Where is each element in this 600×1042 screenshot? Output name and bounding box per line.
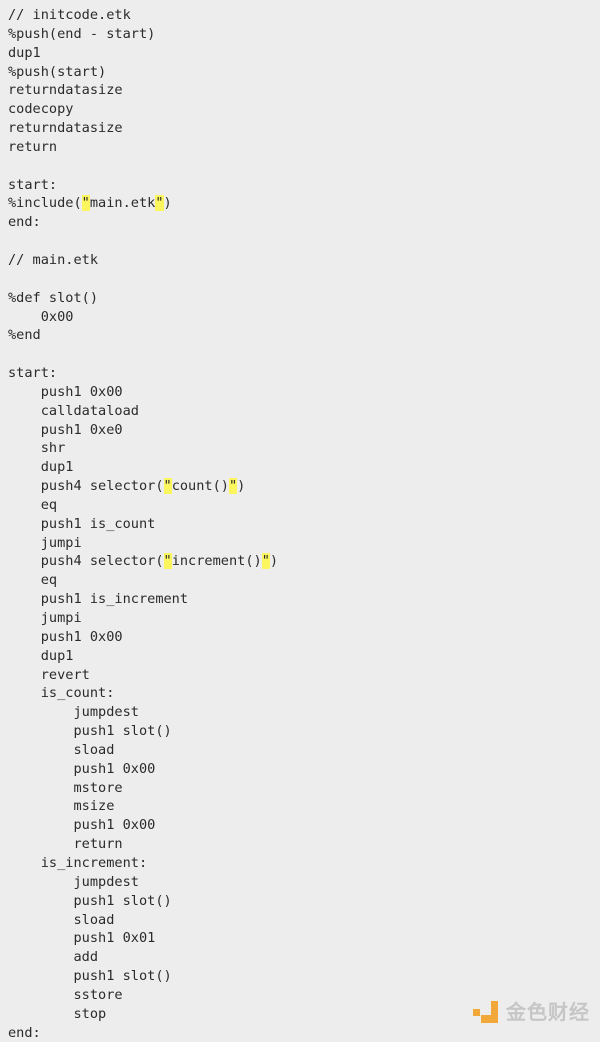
code-line: shr — [8, 440, 66, 457]
code-line: push1 slot() — [8, 723, 172, 740]
code-line: return — [8, 138, 58, 155]
code-line: push1 0x00 — [8, 817, 156, 834]
code-line: push1 0x00 — [8, 628, 123, 645]
code-line: calldataload — [8, 402, 139, 419]
code-line: jumpi — [8, 534, 82, 551]
code-text: count() — [171, 478, 229, 495]
code-line: start: — [8, 176, 58, 193]
code-line: push1 slot() — [8, 892, 172, 909]
code-line: push1 slot() — [8, 968, 172, 985]
code-line: msize — [8, 798, 115, 815]
code-line: %include("main.etk") — [8, 194, 600, 213]
code-line: %push(start) — [8, 63, 107, 80]
code-line: start: — [8, 365, 58, 382]
code-listing: // initcode.etk %push(end - start) dup1 %pu… — [0, 0, 600, 1042]
code-line: dup1 — [8, 459, 74, 476]
code-text: ) — [269, 553, 279, 570]
code-text: ) — [163, 195, 172, 212]
highlighted-quote: " — [261, 553, 270, 570]
code-line: push1 0x01 — [8, 930, 156, 947]
code-line: revert — [8, 666, 90, 683]
code-line: returndatasize — [8, 82, 123, 99]
code-line: sload — [8, 741, 115, 758]
code-line: is_increment: — [8, 854, 148, 871]
logo-notch-shape — [481, 1001, 491, 1015]
code-line: push4 selector("increment()") — [8, 552, 600, 571]
code-line: // main.etk — [8, 251, 99, 268]
code-line: end: — [8, 214, 41, 231]
code-line: dup1 — [8, 44, 41, 61]
code-line: push1 is_count — [8, 515, 156, 532]
highlighted-quote: " — [228, 478, 238, 495]
watermark-label: 金色财经 — [506, 1000, 590, 1024]
code-line: push1 0xe0 — [8, 421, 123, 438]
code-text: push4 selector( — [8, 478, 164, 495]
code-line: %end — [8, 327, 41, 344]
code-line: jumpi — [8, 610, 82, 626]
highlighted-quote: " — [81, 195, 90, 212]
code-line: mstore — [8, 779, 123, 796]
watermark: 金色财经 — [473, 997, 590, 1027]
code-line: add — [8, 949, 99, 966]
code-line: dup1 — [8, 647, 74, 664]
code-line: sload — [8, 911, 115, 928]
code-text: %include( — [8, 195, 82, 212]
code-line: %def slot() — [8, 289, 99, 306]
code-line: push1 0x00 — [8, 760, 156, 777]
code-line: 0x00 — [8, 308, 74, 325]
code-text: increment() — [171, 553, 262, 570]
code-text: ) — [237, 478, 246, 495]
code-line: %push(end - start) — [8, 25, 156, 42]
highlighted-quote: " — [163, 553, 172, 570]
code-line: eq — [8, 572, 58, 589]
code-line: eq — [8, 496, 58, 513]
code-line: is_count: — [8, 685, 115, 702]
jinse-logo-icon — [473, 1000, 499, 1024]
code-line: return — [8, 836, 123, 853]
code-line: // initcode.etk — [8, 7, 131, 23]
code-line: codecopy — [8, 101, 74, 118]
code-text: main.etk — [89, 195, 156, 212]
code-line: push1 0x00 — [8, 383, 123, 400]
code-line: push4 selector("count()") — [8, 477, 600, 496]
highlighted-quote: " — [155, 195, 164, 212]
logo-dot-shape — [473, 1009, 480, 1016]
code-line: jumpdest — [8, 704, 139, 721]
code-text: push4 selector( — [8, 553, 164, 570]
code-line: push1 is_increment — [8, 591, 189, 608]
highlighted-quote: " — [163, 478, 172, 495]
code-line: jumpdest — [8, 873, 139, 890]
code-line: returndatasize — [8, 120, 123, 137]
